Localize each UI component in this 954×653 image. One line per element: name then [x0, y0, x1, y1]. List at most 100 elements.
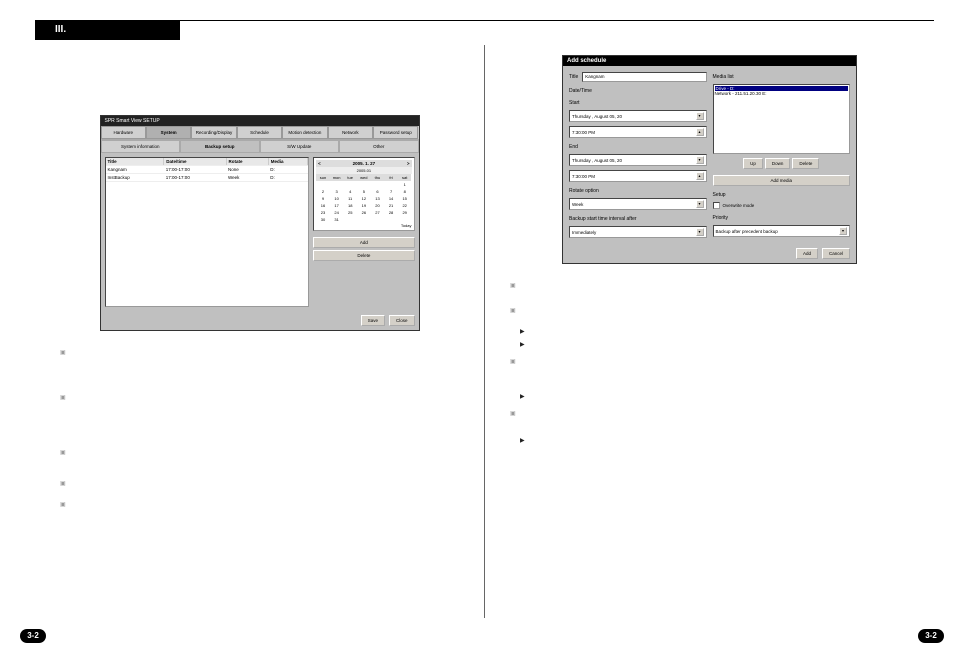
add-media-button[interactable]: Add media: [713, 175, 851, 186]
end-label: End: [569, 144, 707, 150]
down-button[interactable]: Down: [765, 158, 791, 169]
cal-day-cell: [384, 181, 398, 188]
tab-hardware[interactable]: Hardware: [101, 126, 146, 139]
chevron-down-icon[interactable]: ▾: [839, 227, 847, 235]
end-date-picker[interactable]: Thursday , August 05, 20▾: [569, 154, 707, 166]
page-number-left: 3-2: [20, 629, 46, 643]
cal-prev-icon[interactable]: <: [318, 161, 321, 166]
cal-day-cell[interactable]: 4: [343, 188, 357, 195]
setup-label: Setup: [713, 192, 851, 198]
cal-day-cell[interactable]: 19: [357, 202, 371, 209]
list-item[interactable]: Network - 211.51.20.30 E:: [715, 91, 849, 96]
cal-day-header: fri: [384, 174, 398, 181]
cal-day-cell[interactable]: 25: [343, 209, 357, 216]
cal-month: 2005.01: [316, 167, 411, 174]
cal-day-cell[interactable]: 14: [384, 195, 398, 202]
chevron-down-icon[interactable]: ▾: [696, 112, 704, 120]
cal-day-cell[interactable]: 30: [316, 216, 330, 223]
rotate-label: Rotate option: [569, 188, 707, 194]
cal-day-cell[interactable]: 21: [384, 202, 398, 209]
cal-day-cell: [398, 216, 412, 223]
table-row[interactable]: Kangnam 17:00-17:00 None D:: [106, 166, 308, 174]
left-column: SPR Smart View SETUP Hardware System Rec…: [35, 45, 484, 618]
cal-day-cell[interactable]: 10: [330, 195, 344, 202]
cal-next-icon[interactable]: >: [407, 161, 410, 166]
media-list[interactable]: Drive - D: Network - 211.51.20.30 E:: [713, 84, 851, 154]
cal-day-cell[interactable]: 24: [330, 209, 344, 216]
cal-day-cell[interactable]: 13: [371, 195, 385, 202]
cal-day-cell[interactable]: 17: [330, 202, 344, 209]
th-title: Title: [106, 158, 164, 166]
cal-day-header: wed: [357, 174, 371, 181]
calendar[interactable]: < 2005. 1. 27 > 2005.01 sunmontuewedthuf…: [313, 157, 414, 231]
left-bullets: ▣ ▣ ▣ ▣ ▣: [60, 349, 459, 508]
cal-day-header: sat: [398, 174, 412, 181]
cal-date: 2005. 1. 27: [353, 161, 376, 166]
cal-today[interactable]: Today: [316, 223, 411, 228]
delete-button[interactable]: Delete: [313, 250, 414, 261]
cal-day-cell[interactable]: 28: [384, 209, 398, 216]
tab-recording[interactable]: Recording/Display: [191, 126, 236, 139]
tab-schedule[interactable]: Schedule: [237, 126, 282, 139]
cal-day-cell[interactable]: 29: [398, 209, 412, 216]
end-time-picker[interactable]: 7:30:00 PM▴: [569, 170, 707, 182]
start-time-picker[interactable]: 7:30:00 PM▴: [569, 126, 707, 138]
cal-day-cell[interactable]: 3: [330, 188, 344, 195]
th-datetime: Date/time: [164, 158, 226, 166]
tab-network[interactable]: Network: [328, 126, 373, 139]
cal-day-cell: [384, 216, 398, 223]
cal-day-cell[interactable]: 5: [357, 188, 371, 195]
subtab-other[interactable]: Other: [339, 140, 419, 153]
subtab-swupdate[interactable]: S/W Update: [260, 140, 340, 153]
sub-tabs: System information Backup setup S/W Upda…: [101, 139, 419, 153]
subtab-sysinfo[interactable]: System information: [101, 140, 181, 153]
backup-interval-select[interactable]: Immediately▾: [569, 226, 707, 238]
priority-select[interactable]: Backup after precedent backup▾: [713, 225, 851, 237]
cal-day-cell[interactable]: 12: [357, 195, 371, 202]
cal-day-cell[interactable]: 1: [398, 181, 412, 188]
backup-table[interactable]: Title Date/time Rotate Media Kangnam 17:…: [105, 157, 310, 307]
spinner-icon[interactable]: ▴: [696, 128, 704, 136]
chevron-down-icon[interactable]: ▾: [696, 228, 704, 236]
dialog-add-button[interactable]: Add: [796, 248, 818, 259]
cal-day-cell[interactable]: 31: [330, 216, 344, 223]
cal-day-cell[interactable]: 22: [398, 202, 412, 209]
save-button[interactable]: Save: [361, 315, 385, 326]
chevron-down-icon[interactable]: ▾: [696, 200, 704, 208]
chevron-down-icon[interactable]: ▾: [696, 156, 704, 164]
cal-day-cell[interactable]: 7: [384, 188, 398, 195]
cal-day-cell[interactable]: 20: [371, 202, 385, 209]
cal-day-cell[interactable]: 23: [316, 209, 330, 216]
close-button[interactable]: Close: [389, 315, 415, 326]
title-label: Title: [569, 74, 578, 80]
overwrite-checkbox[interactable]: [713, 202, 720, 209]
tab-password[interactable]: Password setup: [373, 126, 418, 139]
cal-day-cell[interactable]: 6: [371, 188, 385, 195]
cal-day-cell[interactable]: 8: [398, 188, 412, 195]
dialog-cancel-button[interactable]: Cancel: [822, 248, 850, 259]
cal-day-cell[interactable]: 2: [316, 188, 330, 195]
subtab-backup[interactable]: Backup setup: [180, 140, 260, 153]
start-label: Start: [569, 100, 707, 106]
spinner-icon[interactable]: ▴: [696, 172, 704, 180]
media-delete-button[interactable]: Delete: [792, 158, 819, 169]
media-label: Media list: [713, 74, 851, 80]
cal-day-cell[interactable]: 27: [371, 209, 385, 216]
th-media: Media: [268, 158, 307, 166]
cal-day-cell[interactable]: 15: [398, 195, 412, 202]
up-button[interactable]: Up: [743, 158, 763, 169]
rotate-select[interactable]: Week▾: [569, 198, 707, 210]
cal-day-cell[interactable]: 16: [316, 202, 330, 209]
start-date-picker[interactable]: Thursday , August 05, 20▾: [569, 110, 707, 122]
tab-system[interactable]: System: [146, 126, 191, 139]
title-input[interactable]: Kangnam: [582, 72, 706, 82]
tab-motion[interactable]: Motion detection: [282, 126, 327, 139]
cal-day-cell[interactable]: 26: [357, 209, 371, 216]
page-number-right: 3-2: [918, 629, 944, 643]
cal-day-cell[interactable]: 11: [343, 195, 357, 202]
table-row[interactable]: InstBackup 17:00-17:00 Week D:: [106, 174, 308, 182]
cal-day-cell[interactable]: 18: [343, 202, 357, 209]
add-button[interactable]: Add: [313, 237, 414, 248]
cal-day-cell[interactable]: 9: [316, 195, 330, 202]
add-schedule-dialog: Add schedule Title Kangnam Date/Time Sta…: [562, 55, 857, 264]
